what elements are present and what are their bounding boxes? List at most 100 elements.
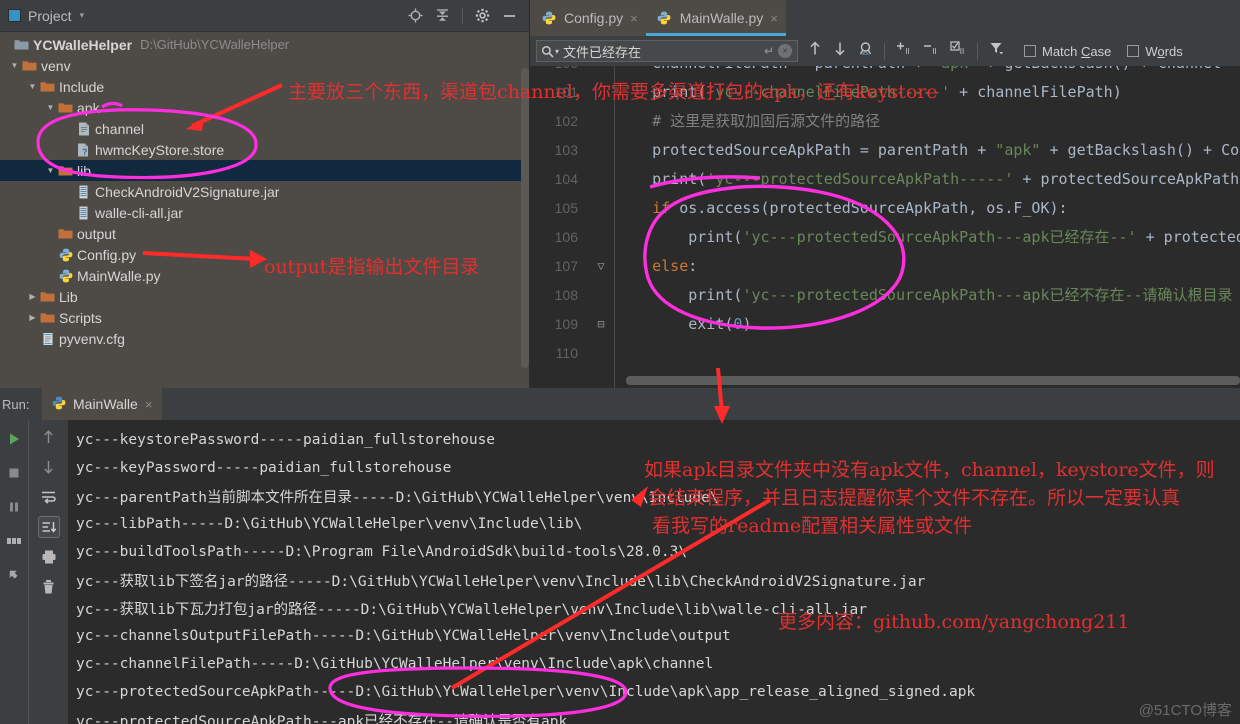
close-icon[interactable]: ×	[630, 11, 638, 26]
tree-item-hwmckeystore-store[interactable]: ?hwmcKeyStore.store	[0, 139, 529, 160]
code-line-text: # 这里是获取加固后源文件的路径	[612, 110, 880, 131]
code-line[interactable]: 108 print('yc---protectedSourceApkPath--…	[530, 280, 1240, 309]
tree-item-scripts[interactable]: ▶Scripts	[0, 307, 529, 328]
unknown-file-icon: ?	[75, 143, 92, 157]
minimize-icon[interactable]	[502, 8, 517, 23]
console-output[interactable]: yc---keystorePassword-----paidian_fullst…	[68, 420, 1240, 724]
code-line[interactable]: 100 channelFilePath = parentPath + "apk"…	[530, 66, 1240, 77]
project-tree[interactable]: \u25b6 YCWalleHelper D:\GitHub\YCWalleHe…	[0, 32, 529, 388]
tree-rows[interactable]: ▼venv▼Include▼apkchannel?hwmcKeyStore.st…	[0, 55, 529, 349]
tree-scrollbar[interactable]	[521, 68, 529, 368]
close-icon[interactable]: ×	[145, 397, 153, 412]
settings-gear-icon[interactable]	[475, 8, 490, 23]
tree-item-pyvenv-cfg[interactable]: pyvenv.cfg	[0, 328, 529, 349]
run-panel-label: Run:	[0, 397, 42, 412]
scroll-up-icon[interactable]	[38, 426, 60, 448]
tree-root-row[interactable]: \u25b6 YCWalleHelper D:\GitHub\YCWalleHe…	[0, 34, 529, 55]
scroll-to-end-icon[interactable]	[38, 516, 60, 538]
folder-icon	[39, 80, 56, 93]
code-line[interactable]: 107▽ else:	[530, 251, 1240, 280]
select-all-occurrences-icon[interactable]: abc	[858, 41, 873, 61]
code-line[interactable]: 110	[530, 338, 1240, 367]
trash-icon[interactable]	[38, 576, 60, 598]
pin-icon[interactable]	[3, 564, 25, 586]
tree-item-mainwalle-py[interactable]: MainWalle.py	[0, 265, 529, 286]
find-toolbar: ▾ 文件已经存在 ↵ × abc	[530, 36, 1240, 66]
editor-tabbar[interactable]: Config.py×MainWalle.py×	[530, 0, 1240, 36]
magnifier-icon[interactable]: ▾	[541, 45, 559, 58]
chevron-down-icon[interactable]: ▼	[8, 61, 21, 70]
config-file-icon	[39, 332, 56, 346]
line-number: 110	[530, 345, 590, 361]
tree-item-checkandroidv2signature-jar[interactable]: CheckAndroidV2Signature.jar	[0, 181, 529, 202]
print-icon[interactable]	[38, 546, 60, 568]
tree-item-venv[interactable]: ▼venv	[0, 55, 529, 76]
locate-target-icon[interactable]	[408, 8, 423, 23]
scroll-down-icon[interactable]	[38, 456, 60, 478]
tree-item-channel[interactable]: channel	[0, 118, 529, 139]
line-number: 108	[530, 287, 590, 303]
console-lines: yc---keystorePassword-----paidian_fullst…	[76, 426, 1240, 724]
chevron-down-icon[interactable]: ▼	[44, 166, 57, 175]
tree-item-label: Include	[56, 79, 104, 95]
svg-text:II: II	[932, 47, 936, 56]
tree-item-apk[interactable]: ▼apk	[0, 97, 529, 118]
code-line[interactable]: 102 # 这里是获取加固后源文件的路径	[530, 106, 1240, 135]
tree-item-include[interactable]: ▼ Include	[0, 76, 529, 97]
search-input[interactable]: ▾ 文件已经存在 ↵ ×	[536, 40, 798, 62]
editor-tab-mainwalle-py[interactable]: MainWalle.py×	[646, 0, 786, 36]
folder-icon	[39, 311, 56, 324]
chevron-right-icon[interactable]: ▶	[26, 292, 39, 301]
tree-item-config-py[interactable]: Config.py	[0, 244, 529, 265]
tree-item-lib[interactable]: ▼lib	[0, 160, 529, 181]
editor-panel: Config.py×MainWalle.py× ▾ 文件已经存在 ↵ ×	[530, 0, 1240, 388]
run-tab-mainwalle[interactable]: MainWalle ×	[42, 388, 162, 420]
code-line[interactable]: 106 print('yc---protectedSourceApkPath--…	[530, 222, 1240, 251]
pause-icon[interactable]	[3, 496, 25, 518]
add-selection-icon[interactable]: II	[896, 41, 912, 61]
filter-icon[interactable]	[989, 41, 1004, 61]
match-case-checkbox[interactable]: Match Case	[1024, 44, 1111, 59]
collapse-all-icon[interactable]	[435, 8, 450, 23]
layout-icon[interactable]	[3, 530, 25, 552]
code-fold-marker[interactable]: ⊟	[590, 317, 612, 331]
clear-search-icon[interactable]: ×	[778, 44, 792, 58]
code-line[interactable]: 101 print('yc---channelFilePath-----' + …	[530, 77, 1240, 106]
select-all-icon[interactable]: II	[950, 41, 966, 61]
code-line[interactable]: 103 protectedSourceApkPath = parentPath …	[530, 135, 1240, 164]
run-icon[interactable]	[3, 428, 25, 450]
words-box[interactable]	[1127, 45, 1139, 57]
code-token: 'yc---channelFilePath-----'	[706, 83, 950, 101]
tree-item-walle-cli-all-jar[interactable]: walle-cli-all.jar	[0, 202, 529, 223]
match-case-box[interactable]	[1024, 45, 1036, 57]
code-line[interactable]: 104 print('yc---protectedSourceApkPath--…	[530, 164, 1240, 193]
remove-selection-icon[interactable]: II	[923, 41, 939, 61]
tree-item-output[interactable]: output	[0, 223, 529, 244]
line-number: 103	[530, 142, 590, 158]
console-line: yc---获取lib下瓦力打包jar的路径-----D:\GitHub\YCWa…	[76, 594, 1240, 622]
words-checkbox[interactable]: Words	[1127, 44, 1182, 59]
editor-tab-config-py[interactable]: Config.py×	[530, 0, 646, 36]
stop-icon[interactable]	[3, 462, 25, 484]
editor-horizontal-scrollbar[interactable]	[626, 376, 1240, 385]
code-line[interactable]: 105 if os.access(protectedSourceApkPath,…	[530, 193, 1240, 222]
chevron-down-icon[interactable]: ▼	[26, 82, 39, 91]
chevron-down-icon[interactable]: ▼	[44, 103, 57, 112]
chevron-right-icon[interactable]: ▶	[26, 313, 39, 322]
close-icon[interactable]: ×	[770, 11, 778, 26]
search-dropdown-caret[interactable]: ▾	[555, 47, 559, 56]
code-line[interactable]: 109⊟ exit(0)	[530, 309, 1240, 338]
code-token: else	[616, 257, 688, 275]
console-toolbar	[28, 420, 68, 724]
tree-item-lib[interactable]: ▶Lib	[0, 286, 529, 307]
tree-root-path: D:\GitHub\YCWalleHelper	[132, 37, 289, 52]
find-next-icon[interactable]	[833, 41, 847, 61]
code-token: print(	[616, 83, 706, 101]
chevron-down-icon[interactable]: ▾	[80, 10, 85, 21]
code-lines[interactable]: 100 channelFilePath = parentPath + "apk"…	[530, 66, 1240, 367]
code-editor[interactable]: 100 channelFilePath = parentPath + "apk"…	[530, 66, 1240, 388]
editor-gutter-divider	[614, 66, 615, 388]
code-fold-marker[interactable]: ▽	[590, 259, 612, 273]
soft-wrap-icon[interactable]	[38, 486, 60, 508]
find-previous-icon[interactable]	[808, 41, 822, 61]
